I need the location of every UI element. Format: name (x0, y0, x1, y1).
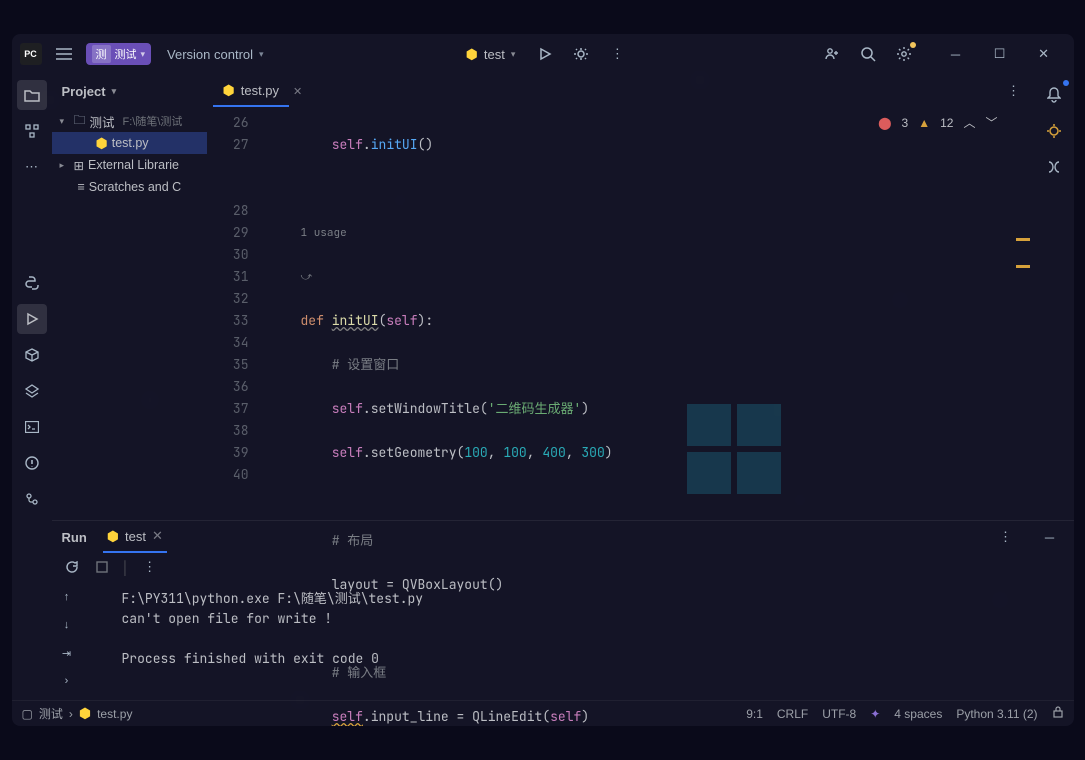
project-name: 测试 (115, 46, 137, 62)
node-label: External Librarie (88, 158, 179, 172)
chevron-down-icon: ▾ (259, 49, 264, 60)
update-indicator (910, 42, 916, 48)
titlebar: PC 测 测试 ▾ Version control ▾ ⬢ test ▾ ⋮ (12, 34, 1074, 74)
console-gutter: ↑ ↓ ⇥ › (52, 581, 82, 700)
debug-button[interactable] (567, 40, 595, 68)
library-icon: ⊞ (74, 158, 84, 173)
services-tool-button[interactable] (17, 376, 47, 406)
main-menu-button[interactable] (50, 40, 78, 68)
expand-icon: ▾ (60, 116, 70, 127)
notification-dot (1063, 80, 1069, 86)
run-config-name: test (484, 47, 505, 62)
tree-ext-libs[interactable]: ▸ ⊞ External Librarie (52, 154, 207, 176)
python-console-button[interactable] (17, 268, 47, 298)
lock-icon[interactable] (1052, 706, 1064, 721)
hide-panel-button[interactable]: ─ (1036, 523, 1064, 551)
tree-file[interactable]: ⬢ test.py (52, 132, 207, 154)
python-packages-button[interactable] (17, 340, 47, 370)
editor-more-button[interactable]: ⋮ (1000, 77, 1028, 105)
gutter: 26 27 28 29 30 31 32 33 34 35 36 37 38 3… (207, 108, 257, 520)
tab-testpy[interactable]: ⬢ test.py (213, 76, 290, 107)
tree-root[interactable]: ▾ 🗀 测试 F:\随笔\测试 (52, 110, 207, 132)
tree-scratches[interactable]: ≡ Scratches and C (52, 176, 207, 198)
chevron-down-icon: ▾ (112, 86, 117, 97)
notifications-button[interactable] (1039, 80, 1069, 110)
node-label: test.py (112, 136, 149, 150)
gutter-action-icon[interactable]: ⤻ (257, 266, 1034, 288)
node-label: Scratches and C (89, 180, 181, 194)
run-panel-title: Run (62, 530, 87, 545)
module-icon: ▢ (22, 707, 33, 721)
close-tab-button[interactable]: ✕ (152, 528, 163, 544)
minimize-button[interactable]: ─ (934, 40, 978, 68)
python-icon: ⬢ (96, 135, 108, 152)
folder-icon: 🗀 (74, 111, 86, 132)
close-button[interactable]: ✕ (1022, 40, 1066, 68)
run-button[interactable] (531, 40, 559, 68)
run-tab-label: test (125, 529, 146, 544)
editor-tabs: ⬢ test.py ✕ ⋮ (207, 74, 1034, 108)
close-tab-button[interactable]: ✕ (293, 85, 302, 98)
project-panel: Project ▾ ▾ 🗀 测试 F:\随笔\测试 ⬢ test.py ▸ ⊞ (52, 74, 207, 520)
run-tool-button[interactable] (17, 304, 47, 334)
error-stripe[interactable] (1016, 238, 1030, 268)
breadcrumb[interactable]: ▢ 测试 › ⬢ test.py (22, 705, 133, 722)
search-everywhere-button[interactable] (854, 40, 882, 68)
rerun-button[interactable] (62, 557, 82, 577)
code-area[interactable]: self.initUI() 1 usage ⤻ def initUI(self)… (257, 108, 1034, 520)
stop-button[interactable] (92, 557, 112, 577)
terminal-tool-button[interactable] (17, 412, 47, 442)
tab-label: test.py (241, 83, 279, 98)
window-controls: ─ ☐ ✕ (934, 40, 1066, 68)
editor-column: ⬢ test.py ✕ ⋮ ⬤3 ▲12 ︿ ﹀ 26 27 (207, 74, 1034, 520)
meet-ai-button[interactable] (1039, 152, 1069, 182)
vc-label: Version control (167, 47, 253, 62)
python-icon: ⬢ (107, 528, 119, 545)
python-icon: ⬢ (466, 46, 478, 63)
main-area: ⋯ (12, 74, 1074, 520)
scroll-up-button[interactable]: ↑ (57, 587, 77, 607)
more-tool-button[interactable]: ⋯ (17, 152, 47, 182)
expand-icon: ▸ (60, 160, 70, 171)
project-tree: ▾ 🗀 测试 F:\随笔\测试 ⬢ test.py ▸ ⊞ External L… (52, 108, 207, 200)
vcs-tool-button[interactable] (17, 484, 47, 514)
run-toolbar-more[interactable]: ⋮ (140, 557, 160, 577)
separator: › (69, 707, 73, 721)
code-with-me-button[interactable] (818, 40, 846, 68)
version-control-button[interactable]: Version control ▾ (159, 43, 272, 66)
maximize-button[interactable]: ☐ (978, 40, 1022, 68)
python-icon: ⬢ (79, 705, 91, 722)
project-selector[interactable]: 测 测试 ▾ (86, 43, 152, 65)
scroll-down-button[interactable]: ↓ (57, 615, 77, 635)
more-actions-button[interactable]: ⋮ (603, 40, 631, 68)
crumb-file: test.py (97, 707, 132, 721)
chevron-down-icon: ▾ (141, 49, 146, 60)
chevron-down-icon: ▾ (511, 49, 516, 60)
ide-window: PC 测 测试 ▾ Version control ▾ ⬢ test ▾ ⋮ (12, 34, 1074, 726)
usage-hint[interactable]: 1 usage (257, 222, 1034, 244)
settings-button[interactable] (890, 40, 918, 68)
project-badge-letter: 测 (92, 45, 111, 63)
crumb-root: 测试 (39, 705, 63, 722)
problems-tool-button[interactable] (17, 448, 47, 478)
run-config-selector[interactable]: ⬢ test ▾ (458, 42, 524, 67)
run-tab-test[interactable]: ⬢ test ✕ (103, 522, 167, 553)
project-panel-header[interactable]: Project ▾ (52, 74, 207, 108)
soft-wrap-button[interactable]: ⇥ (57, 643, 77, 663)
app-logo: PC (20, 43, 42, 65)
panel-title: Project (62, 84, 106, 99)
structure-tool-button[interactable] (17, 116, 47, 146)
right-tool-strip (1034, 74, 1074, 520)
ai-assistant-button[interactable] (1039, 116, 1069, 146)
node-path: F:\随笔\测试 (123, 113, 183, 129)
node-label: 测试 (90, 112, 115, 131)
project-tool-button[interactable] (17, 80, 47, 110)
expand-button[interactable]: › (57, 671, 77, 691)
editor[interactable]: ⬤3 ▲12 ︿ ﹀ 26 27 28 29 30 31 32 33 34 (207, 108, 1034, 520)
scratch-icon: ≡ (78, 180, 85, 194)
python-icon: ⬢ (223, 82, 235, 99)
left-tool-strip: ⋯ (12, 74, 52, 520)
